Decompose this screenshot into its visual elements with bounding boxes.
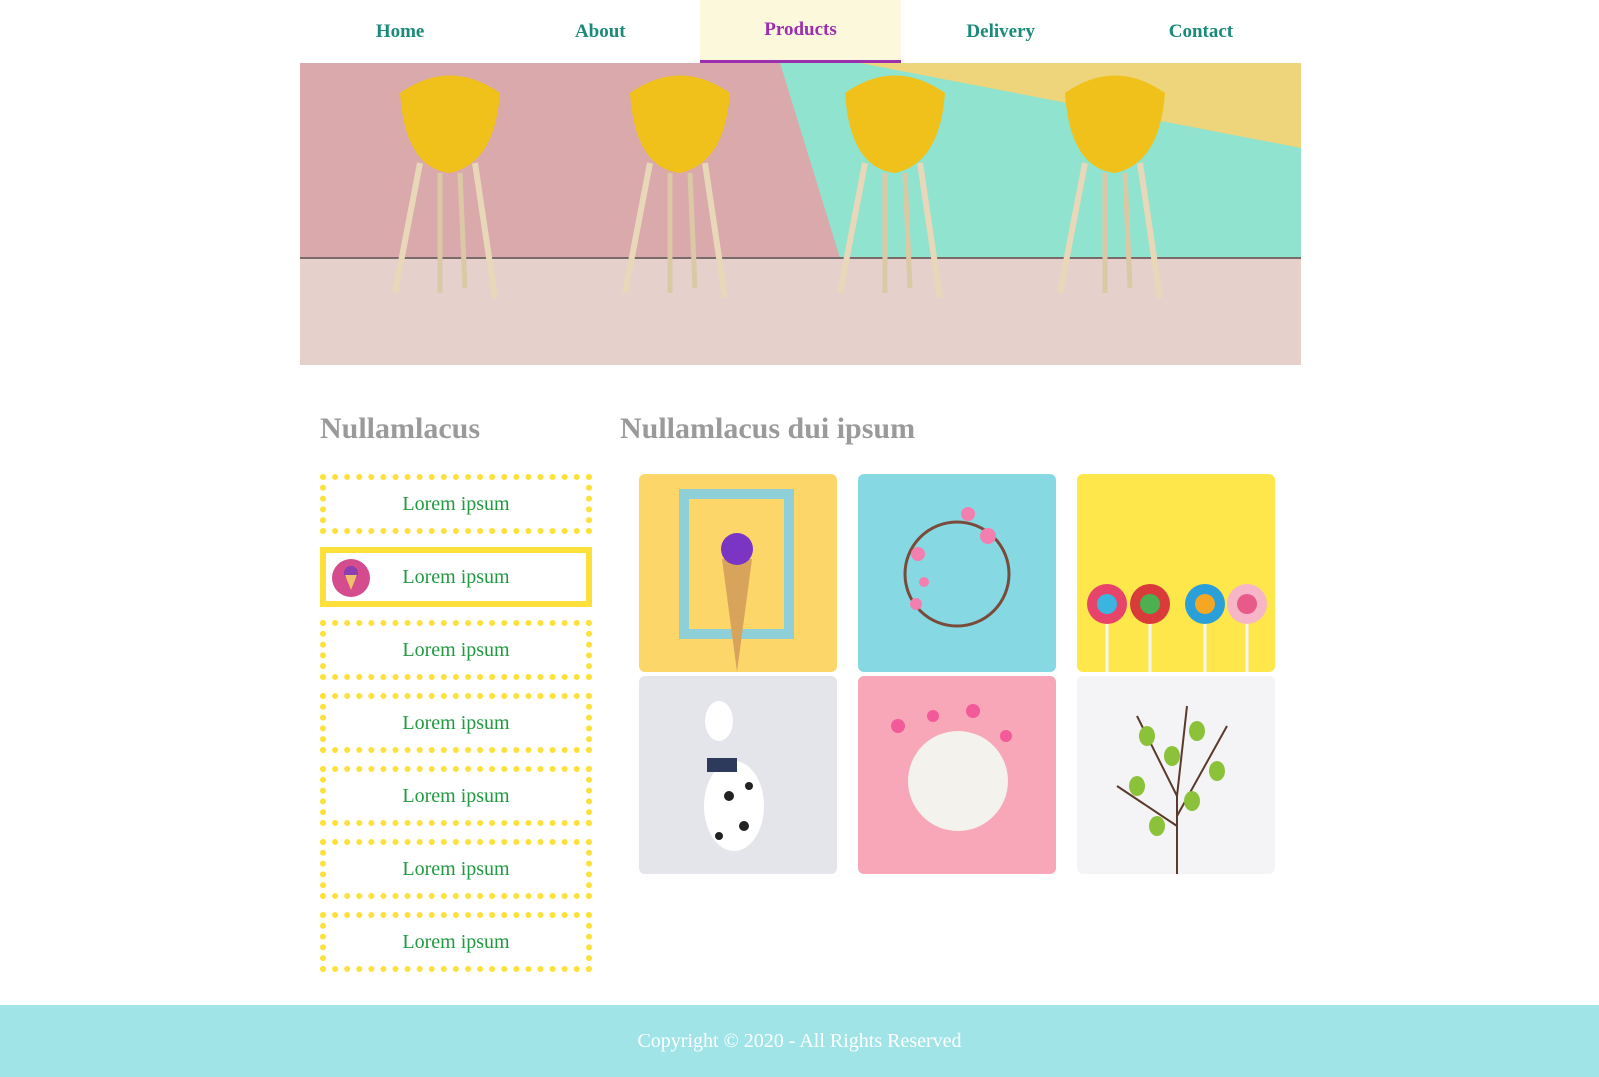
gallery-tile-lollipops[interactable] [1077, 474, 1275, 672]
sidebar-item-label: Lorem ipsum [402, 857, 510, 880]
gallery-tile-dalmatian[interactable] [639, 676, 837, 874]
sidebar-item-label: Lorem ipsum [402, 784, 510, 807]
sidebar-item-label: Lorem ipsum [402, 930, 510, 953]
sidebar-title: Nullamlacus [320, 412, 481, 445]
nav-about[interactable]: About [500, 0, 700, 63]
nav-contact[interactable]: Contact [1101, 0, 1301, 63]
page: Home About Products Delivery Contact Nul… [300, 0, 1301, 972]
gallery-tile-plate-blossoms[interactable] [858, 676, 1056, 874]
ice-cream-icon [332, 559, 370, 597]
nav-products[interactable]: Products [700, 0, 901, 63]
footer: Copyright © 2020 - All Rights Reserved [0, 1005, 1599, 1077]
sidebar-item-7[interactable]: Lorem ipsum [320, 912, 592, 972]
sidebar-item-label: Lorem ipsum [402, 565, 510, 588]
hero-banner-image [300, 63, 1301, 365]
sidebar-item-6[interactable]: Lorem ipsum [320, 839, 592, 899]
sidebar-menu: Lorem ipsum Lorem ipsum Lorem ipsum Lore… [320, 474, 592, 985]
sidebar-item-5[interactable]: Lorem ipsum [320, 766, 592, 826]
sidebar-item-label: Lorem ipsum [402, 638, 510, 661]
sidebar-item-4[interactable]: Lorem ipsum [320, 693, 592, 753]
nav-delivery[interactable]: Delivery [901, 0, 1101, 63]
gallery-tile-ice-cream-frame[interactable] [639, 474, 837, 672]
gallery-tile-blossom-wreath[interactable] [858, 474, 1056, 672]
copyright-text: Copyright © 2020 - All Rights Reserved [637, 1029, 962, 1052]
sidebar-item-label: Lorem ipsum [402, 711, 510, 734]
sidebar-item-label: Lorem ipsum [402, 492, 510, 515]
sidebar-item-2[interactable]: Lorem ipsum [320, 547, 592, 607]
nav-home[interactable]: Home [300, 0, 500, 63]
top-nav: Home About Products Delivery Contact [300, 0, 1301, 63]
gallery-tile-quail-eggs-branch[interactable] [1077, 676, 1275, 874]
gallery-title: Nullamlacus dui ipsum [620, 412, 916, 445]
sidebar-item-1[interactable]: Lorem ipsum [320, 474, 592, 534]
sidebar-item-3[interactable]: Lorem ipsum [320, 620, 592, 680]
